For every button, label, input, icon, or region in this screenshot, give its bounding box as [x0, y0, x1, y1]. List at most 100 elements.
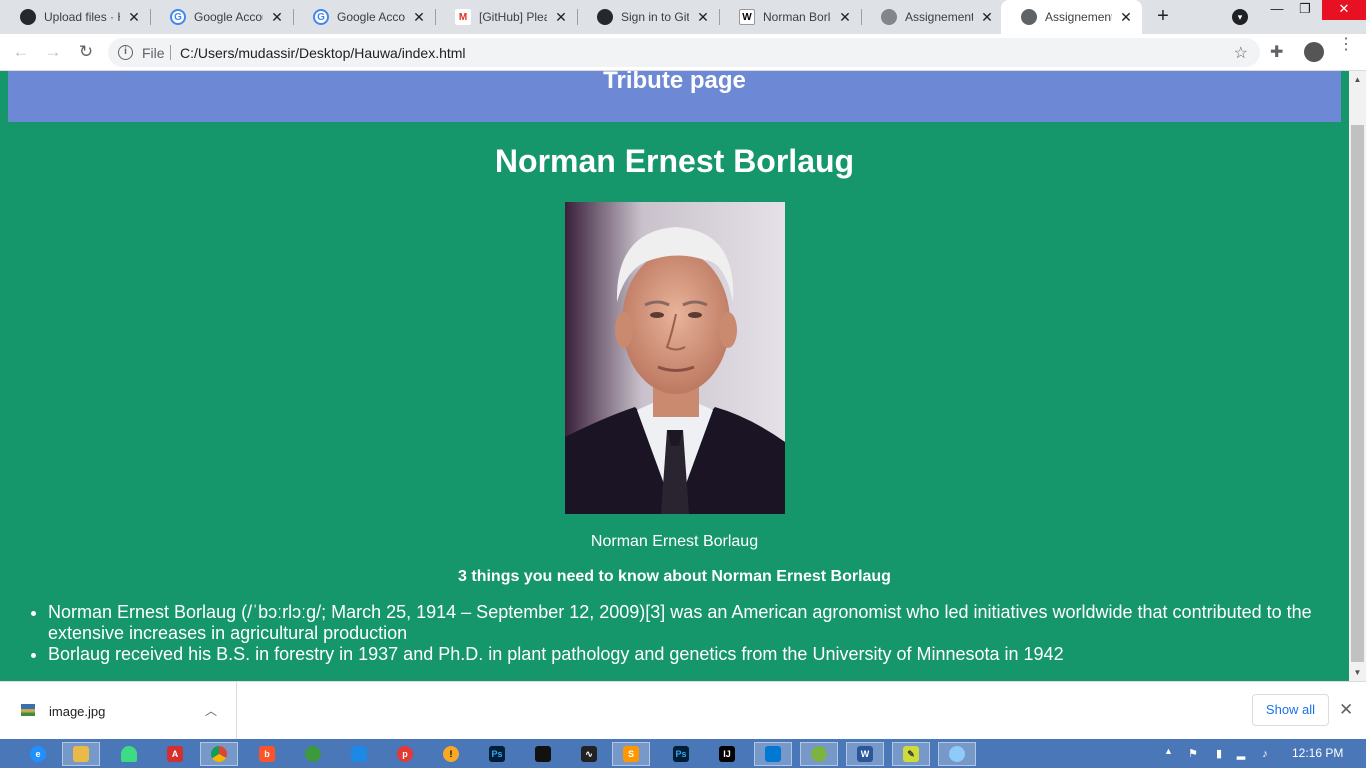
tab-upload-files[interactable]: Upload files · H ✕ [0, 0, 150, 34]
word-icon[interactable]: W [846, 742, 884, 766]
brave-icon[interactable]: b [248, 742, 286, 766]
taskbar-clock[interactable]: 12:16 PM [1292, 746, 1343, 760]
globe-icon [1021, 9, 1037, 25]
close-icon[interactable]: ✕ [553, 9, 569, 26]
tab-sign-in-github[interactable]: Sign in to GitH ✕ [577, 0, 719, 34]
warning-app-icon[interactable]: ! [432, 742, 470, 766]
pdf-reader-icon[interactable]: A [156, 742, 194, 766]
close-icon[interactable]: ✕ [269, 9, 285, 26]
address-url[interactable]: C:/Users/mudassir/Desktop/Hauwa/index.ht… [180, 45, 466, 61]
tab-google-account-2[interactable]: G Google Accou ✕ [293, 0, 435, 34]
photoshop-2-icon[interactable]: Ps [662, 742, 700, 766]
app-green-drop-icon[interactable] [800, 742, 838, 766]
close-icon[interactable]: ✕ [411, 9, 427, 26]
gmail-icon: M [455, 9, 471, 25]
extensions-puzzle-icon[interactable]: ✚ [1270, 42, 1283, 62]
list-item: Borlaug received his B.S. in forestry in… [48, 644, 1328, 665]
vertical-scrollbar[interactable]: ▲ ▼ [1349, 71, 1366, 681]
facts-list: Norman Ernest Borlaug (/ˈbɔːrlɔːɡ/; Marc… [48, 602, 1328, 665]
address-bar[interactable]: i File C:/Users/mudassir/Desktop/Hauwa/i… [108, 38, 1260, 67]
file-explorer-icon[interactable] [62, 742, 100, 766]
tab-label: Sign in to GitH [621, 10, 689, 24]
portrait-image [565, 202, 785, 514]
globe-icon [881, 9, 897, 25]
windows-taskbar: e A b p ! Ps ∿ S Ps IJ W ✎ ▲ ⚑ ▮ ▂ ♪ 12:… [0, 739, 1366, 768]
info-icon[interactable]: i [118, 45, 133, 60]
tab-github-email[interactable]: M [GitHub] Pleas ✕ [435, 0, 577, 34]
page-viewport: Tribute page Norman Ernest Borlaug Norma… [0, 71, 1349, 681]
battery-icon[interactable]: ▮ [1212, 747, 1226, 761]
tab-norman-borlaug-wiki[interactable]: W Norman Borla ✕ [719, 0, 861, 34]
terminal-icon[interactable] [524, 742, 562, 766]
tab-label: Norman Borla [763, 10, 831, 24]
restore-icon[interactable]: ❐ [1290, 0, 1320, 20]
tab-google-account-1[interactable]: G Google Accou ✕ [150, 0, 293, 34]
close-icon[interactable]: ✕ [1118, 9, 1134, 26]
network-signal-icon[interactable]: ▂ [1234, 747, 1248, 761]
reload-icon[interactable]: ↻ [75, 42, 97, 64]
remote-desktop-icon[interactable] [754, 742, 792, 766]
tab-label: Upload files · H [44, 10, 120, 24]
page-title: Norman Ernest Borlaug [494, 143, 855, 179]
tracker-icon[interactable] [340, 742, 378, 766]
close-icon[interactable]: ✕ [979, 9, 995, 26]
tab-label: Assignement c [1045, 10, 1112, 24]
profile-avatar[interactable] [1304, 42, 1324, 62]
bookmark-star-icon[interactable]: ☆ [1234, 43, 1248, 63]
page-header: Tribute page [8, 71, 1341, 122]
tab-label: [GitHub] Pleas [479, 10, 547, 24]
audio-app-icon[interactable]: ∿ [570, 742, 608, 766]
wikipedia-icon: W [739, 9, 755, 25]
tab-strip: Upload files · H ✕ G Google Accou ✕ G Go… [0, 0, 1366, 34]
image-caption: Norman Ernest Borlaug [590, 533, 759, 550]
download-shelf: image.jpg ︿ Show all ✕ [0, 681, 1366, 740]
facts-heading: 3 things you need to know about Norman E… [458, 568, 891, 585]
scrollbar-thumb[interactable] [1351, 125, 1364, 662]
scroll-up-arrow-icon[interactable]: ▲ [1349, 71, 1366, 88]
window-close-icon[interactable]: ✕ [1322, 0, 1366, 20]
globe-app-icon[interactable] [294, 742, 332, 766]
tab-assignement-active[interactable]: Assignement c ✕ [1001, 0, 1142, 34]
chevron-up-icon[interactable]: ︿ [205, 702, 217, 719]
list-item: Norman Ernest Borlaug (/ˈbɔːrlɔːɡ/; Marc… [48, 602, 1328, 644]
volume-icon[interactable]: ♪ [1258, 747, 1272, 761]
image-file-icon [21, 704, 35, 716]
tab-label: Google Accou [337, 10, 405, 24]
close-icon[interactable]: ✕ [837, 9, 853, 26]
back-arrow-icon[interactable]: ← [10, 42, 32, 64]
download-file-name[interactable]: image.jpg [49, 704, 105, 719]
intellij-icon[interactable]: IJ [708, 742, 746, 766]
address-divider [170, 45, 171, 60]
tab-label: Google Accou [194, 10, 263, 24]
flag-icon[interactable]: ⚑ [1186, 747, 1200, 761]
browser-menu-icon[interactable]: ⋮ [1338, 37, 1354, 53]
pdanet-icon[interactable]: p [386, 742, 424, 766]
browser-toolbar: ← → ↻ i File C:/Users/mudassir/Desktop/H… [0, 34, 1366, 71]
page-header-title: Tribute page [603, 71, 746, 94]
tab-search-icon[interactable]: ▾ [1232, 9, 1248, 25]
github-icon [20, 9, 36, 25]
close-icon[interactable]: ✕ [695, 9, 711, 26]
sublime-text-icon[interactable]: S [612, 742, 650, 766]
photoshop-icon[interactable]: Ps [478, 742, 516, 766]
minimize-icon[interactable]: — [1262, 0, 1292, 20]
tray-overflow-icon[interactable]: ▲ [1164, 746, 1173, 756]
android-studio-icon[interactable] [110, 742, 148, 766]
portrait-illustration [565, 202, 785, 514]
scroll-down-arrow-icon[interactable]: ▼ [1349, 664, 1366, 681]
tab-label: Assignement c [905, 10, 973, 24]
internet-explorer-icon[interactable]: e [19, 742, 57, 766]
new-tab-button[interactable]: + [1152, 5, 1174, 27]
download-item[interactable]: image.jpg ︿ [0, 682, 237, 740]
chrome-icon[interactable] [200, 742, 238, 766]
close-icon[interactable]: ✕ [126, 9, 142, 26]
google-icon: G [313, 9, 329, 25]
forward-arrow-icon[interactable]: → [42, 42, 64, 64]
github-icon [597, 9, 613, 25]
close-shelf-icon[interactable]: ✕ [1339, 700, 1353, 720]
notepad-icon[interactable]: ✎ [892, 742, 930, 766]
paint-icon[interactable] [938, 742, 976, 766]
tab-assignement-1[interactable]: Assignement c ✕ [861, 0, 1003, 34]
google-icon: G [170, 9, 186, 25]
show-all-button[interactable]: Show all [1252, 694, 1329, 726]
